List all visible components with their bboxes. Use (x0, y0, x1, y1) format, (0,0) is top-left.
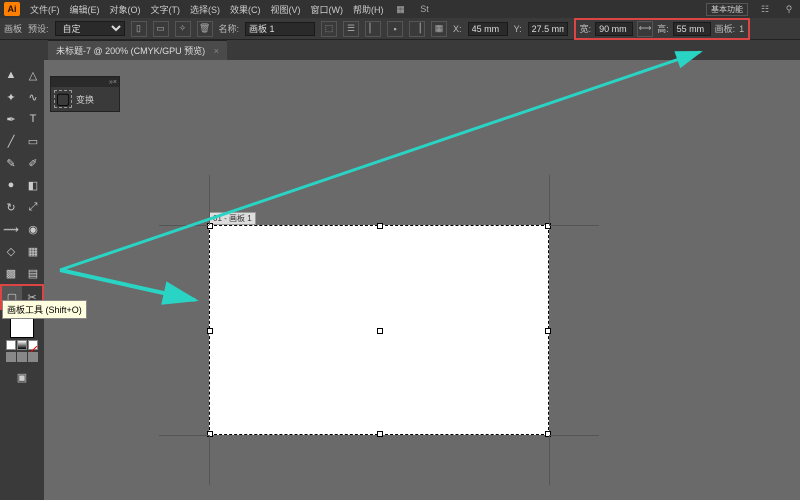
height-input[interactable] (673, 22, 711, 36)
drawmode-inside-icon[interactable] (28, 352, 38, 362)
screenmode-icon[interactable]: ▣ (11, 366, 33, 388)
arrange-icon[interactable]: ☷ (758, 2, 772, 16)
options-icon[interactable]: ☰ (343, 21, 359, 37)
workspace-switcher[interactable]: 基本功能 (706, 3, 748, 16)
rotate-tool[interactable]: ↻ (0, 196, 22, 218)
orientation-landscape-icon[interactable]: ▭ (153, 21, 169, 37)
menu-edit[interactable]: 编辑(E) (70, 3, 100, 16)
move-artwork-icon[interactable]: ⬚ (321, 21, 337, 37)
delete-artboard-icon[interactable]: 🗑 (197, 21, 213, 37)
y-input[interactable] (528, 22, 568, 36)
crop-mark (549, 225, 599, 226)
handle-bl[interactable] (207, 431, 213, 437)
none-swatch[interactable] (28, 340, 38, 350)
canvas[interactable]: 01 - 画板 1 (44, 60, 800, 500)
pen-tool[interactable]: ✒ (0, 108, 22, 130)
toolbox: ▲△ ✦∿ ✒T ╱▭ ✎✐ ●◧ ↻⤢ ⟿◉ ◇▦ ▩▤ ▢✂ 画板工具 (S… (0, 60, 44, 500)
artboards-label: 画板: (715, 22, 736, 35)
dimensions-highlight: 宽: ⟷ 高: 画板: 1 (574, 18, 751, 40)
menu-help[interactable]: 帮助(H) (353, 3, 384, 16)
reference-point-icon[interactable]: ▦ (431, 21, 447, 37)
control-name-label: 名称: (219, 22, 240, 35)
width-input[interactable] (595, 22, 633, 36)
handle-ml[interactable] (207, 328, 213, 334)
mesh-tool[interactable]: ▩ (0, 262, 22, 284)
artboard-name-input[interactable] (245, 22, 315, 36)
rectangle-tool[interactable]: ▭ (22, 130, 44, 152)
panel-close-icon[interactable]: × (113, 79, 117, 86)
crop-mark (159, 225, 209, 226)
line-tool[interactable]: ╱ (0, 130, 22, 152)
transform-panel[interactable]: » × ▢ 变换 (50, 76, 120, 112)
handle-tl[interactable] (207, 223, 213, 229)
gradient-tool[interactable]: ▤ (22, 262, 44, 284)
direct-selection-tool[interactable]: △ (22, 64, 44, 86)
artboard-tool-tooltip: 画板工具 (Shift+O) (2, 300, 87, 319)
transform-label: 变换 (76, 93, 94, 106)
drawmode-behind-icon[interactable] (17, 352, 27, 362)
handle-center[interactable] (377, 328, 383, 334)
crop-mark (159, 435, 209, 436)
handle-tr[interactable] (545, 223, 551, 229)
menu-type[interactable]: 文字(T) (151, 3, 181, 16)
bridge-icon[interactable]: ▦ (394, 2, 408, 16)
color-swatch[interactable] (6, 340, 16, 350)
document-tab[interactable]: 未标题-7 @ 200% (CMYK/GPU 预览) × (48, 40, 227, 60)
crop-mark (549, 175, 550, 225)
artboard-label: 01 - 画板 1 (209, 212, 256, 225)
blob-brush-tool[interactable]: ● (0, 174, 22, 196)
drawmode-normal-icon[interactable] (6, 352, 16, 362)
artboard-selection (209, 225, 549, 435)
tab-title: 未标题-7 @ 200% (CMYK/GPU 预览) (56, 46, 205, 56)
tab-close-icon[interactable]: × (214, 46, 219, 56)
width-tool[interactable]: ⟿ (0, 218, 22, 240)
menu-window[interactable]: 窗口(W) (311, 3, 344, 16)
type-tool[interactable]: T (22, 108, 44, 130)
menu-effect[interactable]: 效果(C) (230, 3, 261, 16)
perspective-tool[interactable]: ▦ (22, 240, 44, 262)
pencil-tool[interactable]: ✐ (22, 152, 44, 174)
orientation-portrait-icon[interactable]: ▯ (131, 21, 147, 37)
crop-mark (549, 435, 550, 485)
handle-br[interactable] (545, 431, 551, 437)
stock-icon[interactable]: St (418, 2, 432, 16)
magic-wand-tool[interactable]: ✦ (0, 86, 22, 108)
handle-tc[interactable] (377, 223, 383, 229)
brush-tool[interactable]: ✎ (0, 152, 22, 174)
warp-tool[interactable]: ◉ (22, 218, 44, 240)
transform-icon: ▢ (54, 90, 72, 108)
w-label: 宽: (580, 22, 592, 35)
crop-mark (209, 175, 210, 225)
crop-mark (209, 435, 210, 485)
app-logo: Ai (4, 2, 20, 16)
shapebuilder-tool[interactable]: ◇ (0, 240, 22, 262)
menu-object[interactable]: 对象(O) (110, 3, 141, 16)
align-r-icon[interactable]: ▕ (409, 21, 425, 37)
control-preset-label: 预设: (28, 22, 49, 35)
y-label: Y: (514, 24, 522, 34)
menu-select[interactable]: 选择(S) (190, 3, 220, 16)
artboards-value: 1 (739, 24, 744, 34)
handle-bc[interactable] (377, 431, 383, 437)
eraser-tool[interactable]: ◧ (22, 174, 44, 196)
align-c-icon[interactable]: ▪ (387, 21, 403, 37)
gradient-swatch[interactable] (17, 340, 27, 350)
crop-mark (549, 435, 599, 436)
control-artboard-label: 画板 (4, 22, 22, 35)
lasso-tool[interactable]: ∿ (22, 86, 44, 108)
menu-view[interactable]: 视图(V) (271, 3, 301, 16)
align-l-icon[interactable]: ▏ (365, 21, 381, 37)
x-label: X: (453, 24, 462, 34)
preset-select[interactable]: 自定 (55, 21, 125, 36)
new-artboard-icon[interactable]: ✧ (175, 21, 191, 37)
x-input[interactable] (468, 22, 508, 36)
h-label: 高: (657, 22, 669, 35)
handle-mr[interactable] (545, 328, 551, 334)
search-icon[interactable]: ⚲ (782, 2, 796, 16)
menu-file[interactable]: 文件(F) (30, 3, 60, 16)
selection-tool[interactable]: ▲ (0, 64, 22, 86)
link-wh-icon[interactable]: ⟷ (637, 21, 653, 37)
scale-tool[interactable]: ⤢ (22, 196, 44, 218)
